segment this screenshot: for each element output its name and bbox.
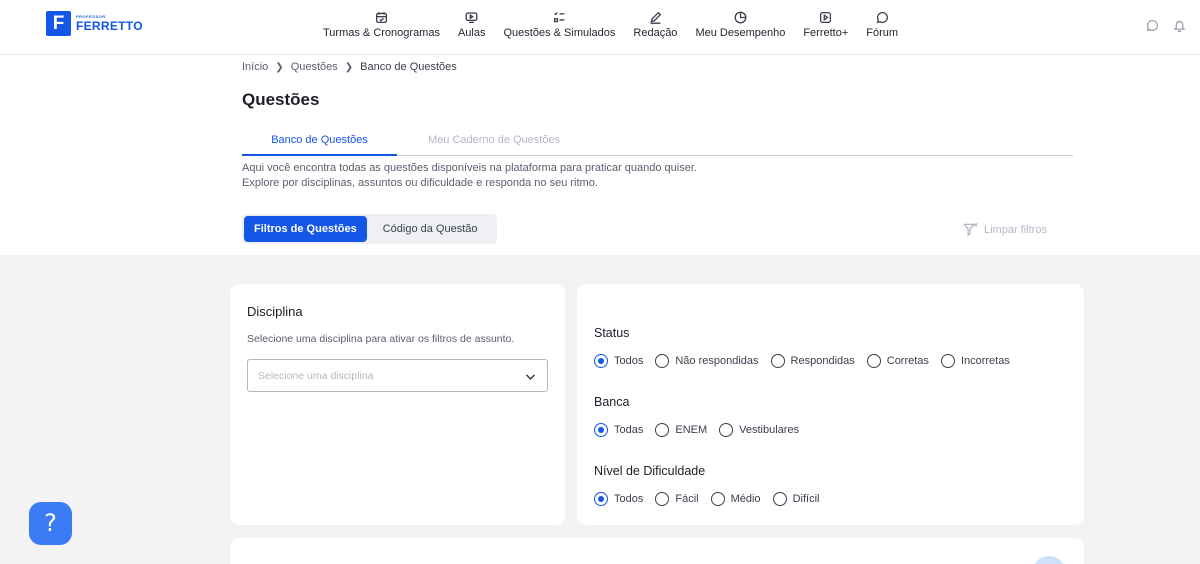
results-card <box>230 538 1084 564</box>
breadcrumb-inicio[interactable]: Início <box>242 61 268 73</box>
radio-indicator <box>772 492 787 506</box>
radio-indicator <box>940 354 955 368</box>
disciplina-placeholder: Selecione uma disciplina <box>258 370 374 382</box>
nav-item-forum[interactable]: Fórum <box>860 11 904 41</box>
nav-label: Redação <box>633 27 678 39</box>
clear-filters-button[interactable]: Limpar filtros <box>963 222 1047 237</box>
filter-mode-toggle: Filtros de Questões Código da Questão <box>242 214 497 244</box>
nav-item-questoes[interactable]: Questões & Simulados <box>498 11 622 41</box>
nav-label: Meu Desempenho <box>695 27 786 39</box>
radio-indicator <box>655 492 670 506</box>
radio-indicator <box>655 423 670 437</box>
status-options: Todos Não respondidas Respondidas Corret… <box>594 354 1022 368</box>
radio-label: Vestibulares <box>739 424 800 436</box>
nav-item-turmas[interactable]: Turmas & Cronogramas <box>317 11 446 41</box>
tab-meu-caderno[interactable]: Meu Caderno de Questões <box>428 134 560 146</box>
filters-card: Status Todos Não respondidas Respondidas… <box>577 284 1084 525</box>
radio-label: ENEM <box>675 424 708 436</box>
radio-label: Incorretas <box>960 355 1010 367</box>
radio-status-incorretas[interactable]: Incorretas <box>940 354 1010 368</box>
radio-dificuldade-medio[interactable]: Médio <box>710 492 761 506</box>
logo-mark: F <box>46 11 71 36</box>
ferretto-logo[interactable]: F PROFESSOR FERRETTO <box>46 11 143 36</box>
filtros-button[interactable]: Filtros de Questões <box>244 216 367 242</box>
disciplina-subtitle: Selecione uma disciplina para ativar os … <box>247 333 515 345</box>
chat-icon[interactable] <box>1146 19 1159 32</box>
radio-label: Todos <box>614 493 644 505</box>
disciplina-title: Disciplina <box>247 304 303 319</box>
nav-item-redacao[interactable]: Redação <box>627 11 683 41</box>
disciplina-select[interactable]: Selecione uma disciplina <box>247 359 548 392</box>
page-description: Aqui você encontra todas as questões dis… <box>242 161 697 191</box>
radio-label: Respondidas <box>790 355 855 367</box>
logo-name: FERRETTO <box>76 19 143 33</box>
nav-label: Questões & Simulados <box>503 27 616 39</box>
bell-icon[interactable] <box>1173 19 1186 32</box>
radio-status-respondidas[interactable]: Respondidas <box>770 354 855 368</box>
description-line: Explore por disciplinas, assuntos ou dif… <box>242 177 598 189</box>
nav-label: Turmas & Cronogramas <box>323 27 440 39</box>
play-icon <box>820 11 832 24</box>
radio-dificuldade-todos[interactable]: Todos <box>594 492 643 506</box>
status-title: Status <box>594 326 630 340</box>
pie-chart-icon <box>734 11 747 24</box>
radio-indicator <box>594 492 608 506</box>
disciplina-card: Disciplina Selecione uma disciplina para… <box>230 284 565 525</box>
chevron-right-icon: ❯ <box>344 61 354 73</box>
video-screen-icon <box>465 12 478 24</box>
radio-indicator <box>594 354 608 368</box>
radio-indicator <box>866 354 881 368</box>
banca-title: Banca <box>594 395 630 409</box>
chevron-right-icon: ❯ <box>275 61 284 73</box>
radio-indicator <box>655 354 670 368</box>
radio-label: Não respondidas <box>675 355 759 367</box>
radio-label: Todos <box>614 355 644 367</box>
radio-indicator <box>594 423 608 437</box>
radio-label: Corretas <box>886 355 929 367</box>
page-title: Questões <box>242 90 320 109</box>
tab-banco-de-questoes[interactable]: Banco de Questões <box>242 134 397 156</box>
description-line: Aqui você encontra todas as questões dis… <box>242 162 697 174</box>
radio-label: Médio <box>730 493 761 505</box>
radio-dificuldade-facil[interactable]: Fácil <box>655 492 699 506</box>
chat-bubble-icon <box>876 11 888 24</box>
breadcrumb: Início ❯ Questões ❯ Banco de Questões <box>242 61 457 73</box>
radio-banca-todas[interactable]: Todas <box>594 423 643 437</box>
codigo-button[interactable]: Código da Questão <box>383 223 478 235</box>
radio-label: Fácil <box>675 493 699 505</box>
banca-options: Todas ENEM Vestibulares <box>594 423 811 437</box>
radio-indicator <box>770 354 785 368</box>
main-nav: Turmas & Cronogramas Aulas Questões & Si… <box>313 11 904 41</box>
radio-indicator <box>719 423 734 437</box>
top-navbar: F PROFESSOR FERRETTO Turmas & Cronograma… <box>0 0 1200 55</box>
clear-filters-label: Limpar filtros <box>984 223 1047 236</box>
radio-dificuldade-dificil[interactable]: Difícil <box>772 492 820 506</box>
breadcrumb-current: Banco de Questões <box>360 61 457 73</box>
filter-clear-icon <box>963 222 978 237</box>
calendar-icon <box>375 12 388 24</box>
tabs: Banco de Questões Meu Caderno de Questõe… <box>242 128 1073 156</box>
nav-label: Fórum <box>866 27 899 39</box>
pencil-icon <box>650 11 662 24</box>
radio-status-corretas[interactable]: Corretas <box>866 354 929 368</box>
breadcrumb-questoes[interactable]: Questões <box>291 61 338 73</box>
dificuldade-options: Todos Fácil Médio Difícil <box>594 492 831 506</box>
radio-label: Todas <box>614 424 644 436</box>
help-button[interactable]: ? <box>29 502 72 545</box>
nav-label: Aulas <box>457 27 486 39</box>
chevron-down-icon <box>525 374 536 380</box>
nav-item-desempenho[interactable]: Meu Desempenho <box>689 11 791 41</box>
radio-label: Difícil <box>792 493 820 505</box>
radio-indicator <box>710 492 725 506</box>
radio-status-nao-respondidas[interactable]: Não respondidas <box>655 354 759 368</box>
radio-banca-enem[interactable]: ENEM <box>655 423 707 437</box>
checklist-icon <box>553 12 565 23</box>
radio-banca-vestibulares[interactable]: Vestibulares <box>719 423 799 437</box>
dificuldade-title: Nível de Dificuldade <box>594 464 706 478</box>
radio-status-todos[interactable]: Todos <box>594 354 643 368</box>
nav-item-ferretto-plus[interactable]: Ferretto+ <box>797 11 854 41</box>
nav-label: Ferretto+ <box>803 27 849 39</box>
nav-item-aulas[interactable]: Aulas <box>452 11 492 41</box>
